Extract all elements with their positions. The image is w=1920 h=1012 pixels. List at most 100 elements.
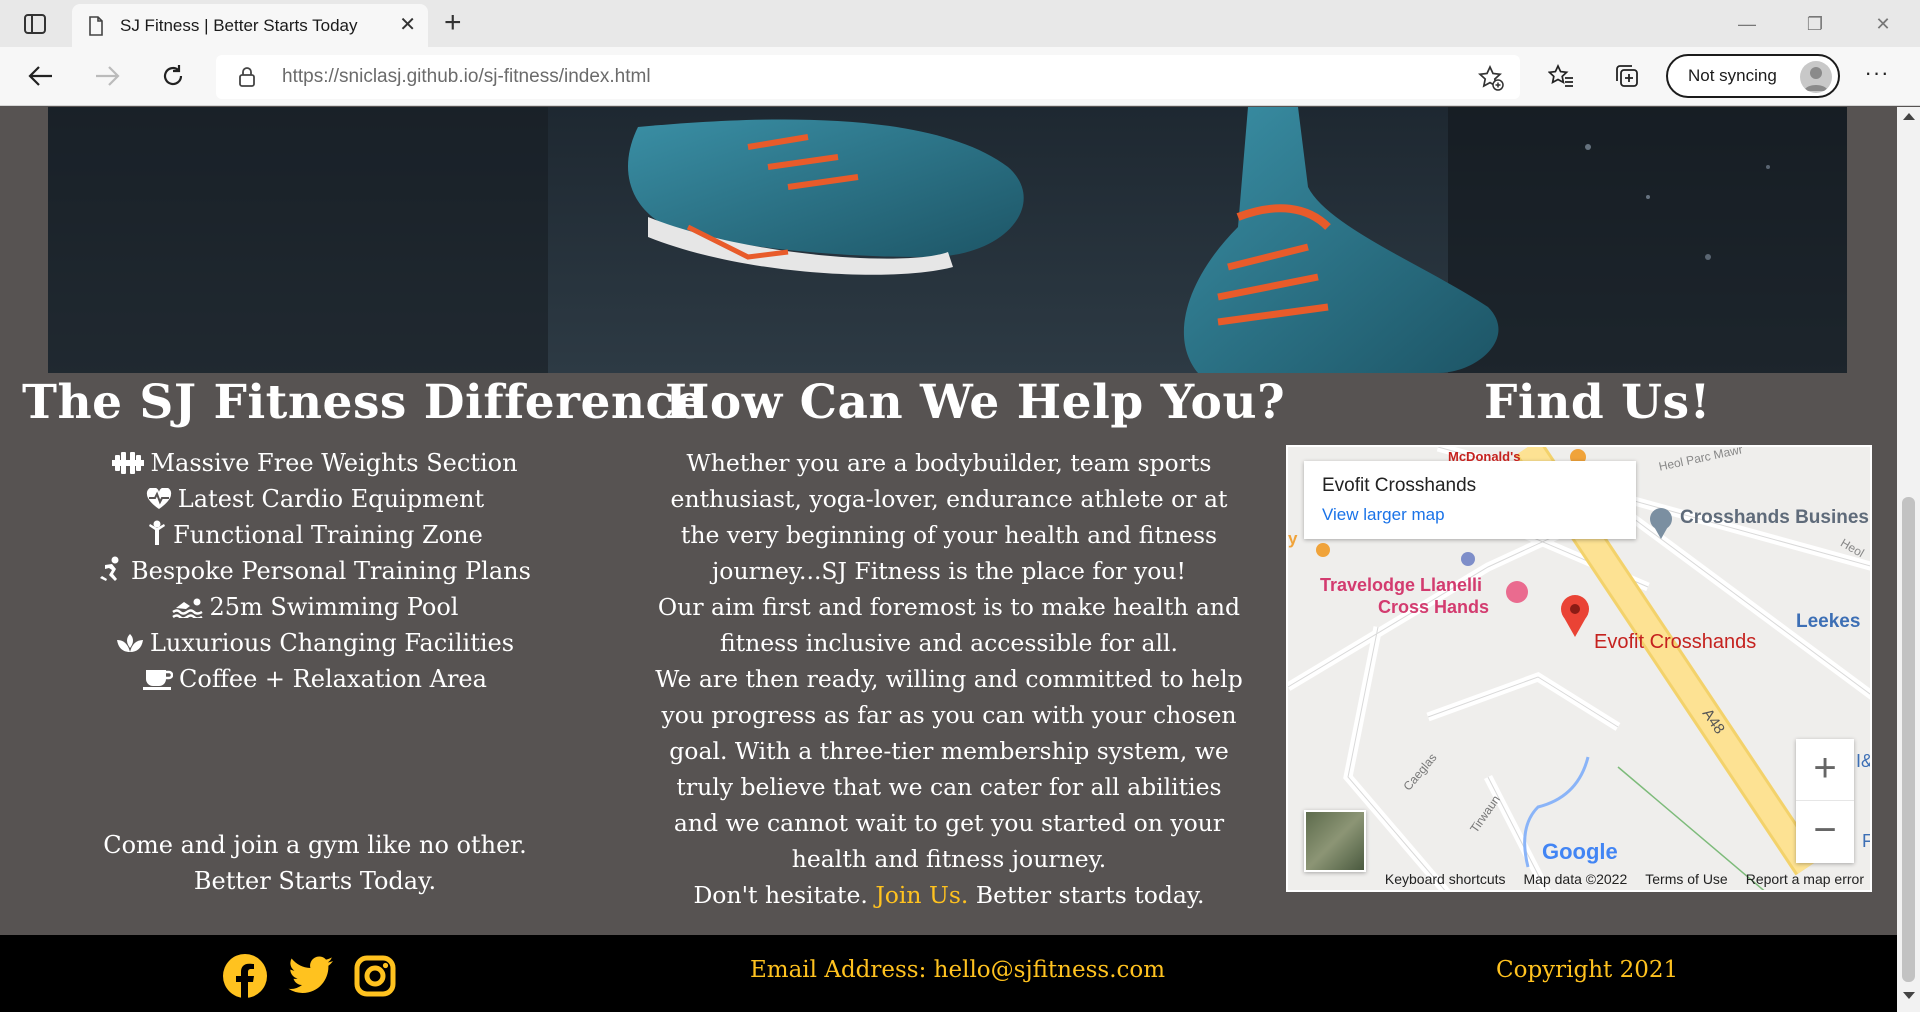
collections-icon: [1616, 65, 1638, 87]
more-icon[interactable]: ···: [1860, 59, 1894, 93]
feature-item: Massive Free Weights Section: [0, 445, 630, 481]
tagline-line-2: Better Starts Today.: [193, 867, 437, 895]
help-paragraph: Whether you are a bodybuilder, team spor…: [670, 449, 1228, 585]
map-attribution: Keyboard shortcuts Map data ©2022 Terms …: [1288, 865, 1870, 890]
address-bar[interactable]: https://sniclasj.github.io/sj-fitness/in…: [216, 55, 1520, 99]
feature-item: Coffee + Relaxation Area: [0, 661, 630, 697]
footer: Email Address: hello@sjfitness.com Copyr…: [0, 935, 1897, 1012]
favorites-icon: [1548, 64, 1573, 87]
feature-label: Latest Cardio Equipment: [177, 485, 485, 513]
window-close-button[interactable]: ✕: [1868, 10, 1898, 38]
zoom-out-button[interactable]: −: [1796, 801, 1854, 863]
close-icon[interactable]: ✕: [399, 14, 416, 36]
help-paragraph: We are then ready, willing and committed…: [655, 665, 1243, 873]
heartbeat-icon: [146, 481, 172, 517]
zoom-in-button[interactable]: +: [1796, 739, 1854, 801]
minimize-button[interactable]: —: [1732, 10, 1762, 38]
back-button[interactable]: [24, 59, 58, 93]
feature-item: Latest Cardio Equipment: [0, 481, 630, 517]
help-paragraph: Our aim first and foremost is to make he…: [657, 593, 1241, 657]
forward-icon: [96, 66, 120, 86]
instagram-link[interactable]: [352, 953, 398, 999]
keyboard-shortcuts-link[interactable]: Keyboard shortcuts: [1385, 871, 1506, 887]
feature-item: Functional Training Zone: [0, 517, 630, 553]
tagline-line-1: Come and join a gym like no other.: [103, 831, 527, 859]
hero-image: [48, 107, 1847, 373]
map-label-travelodge-1: Travelodge Llanelli: [1320, 575, 1483, 595]
favorites-button[interactable]: [1544, 59, 1578, 93]
map-label-travelodge-2: Cross Hands: [1378, 597, 1490, 617]
footer-copyright: Copyright 2021: [1496, 957, 1679, 983]
browser-tab[interactable]: SJ Fitness | Better Starts Today ✕: [72, 4, 428, 47]
map-label-edge-ib: I&: [1856, 751, 1872, 771]
instagram-icon: [354, 955, 396, 997]
help-text: Whether you are a bodybuilder, team spor…: [652, 445, 1246, 913]
google-logo: Google: [1542, 839, 1618, 864]
sync-label: Not syncing: [1688, 66, 1777, 85]
browser-toolbar: https://sniclasj.github.io/sj-fitness/in…: [0, 47, 1920, 106]
spa-icon: [116, 625, 144, 661]
refresh-icon: [163, 65, 183, 86]
map-label-edge-y: y: [1288, 529, 1298, 548]
help-title: How Can We Help You?: [665, 375, 1286, 430]
map-label-edge-f: F: [1862, 831, 1872, 851]
page-content: The SJ Fitness Difference Massive Free W…: [0, 107, 1897, 1012]
map-embed[interactable]: Evofit Crosshands View larger map McDona…: [1286, 445, 1872, 892]
scroll-down-icon[interactable]: [1903, 992, 1915, 999]
coffee-icon: [143, 661, 174, 697]
twitter-icon: [288, 956, 333, 993]
terms-link[interactable]: Terms of Use: [1645, 871, 1727, 887]
profile-sync-button[interactable]: Not syncing: [1666, 54, 1840, 98]
feature-list: Massive Free Weights Section Latest Card…: [0, 445, 630, 697]
tab-title: SJ Fitness | Better Starts Today: [120, 15, 358, 35]
tab-actions-button[interactable]: [18, 10, 52, 38]
scroll-thumb[interactable]: [1902, 497, 1915, 982]
vertical-scrollbar[interactable]: [1897, 107, 1920, 1012]
feature-label: Massive Free Weights Section: [150, 449, 518, 477]
satellite-toggle[interactable]: [1304, 810, 1366, 872]
forward-button[interactable]: [90, 59, 124, 93]
scroll-up-icon[interactable]: [1903, 113, 1915, 120]
url-path: /sj-fitness/index.html: [478, 66, 651, 87]
twitter-link[interactable]: [288, 953, 334, 999]
swimmer-icon: [171, 589, 204, 625]
page-icon: [89, 15, 103, 36]
collections-button[interactable]: [1610, 59, 1644, 93]
back-icon: [28, 66, 52, 86]
new-tab-icon[interactable]: +: [444, 8, 462, 38]
tab-strip: SJ Fitness | Better Starts Today ✕ + — ❐…: [0, 0, 1920, 47]
closing-after: Better starts today.: [975, 881, 1205, 909]
map-label-leekes: Leekes: [1796, 611, 1861, 632]
feature-label: Coffee + Relaxation Area: [179, 665, 487, 693]
facebook-icon: [223, 954, 267, 999]
help-closing: Don't hesitate. Join Us. Better starts t…: [652, 877, 1246, 913]
add-favorite-icon[interactable]: [1478, 65, 1504, 91]
find-us-title: Find Us!: [1484, 375, 1711, 430]
map-zoom-control: + −: [1796, 739, 1854, 863]
url-host: https://sniclasj.github.io: [282, 66, 479, 87]
feature-label: Luxurious Changing Facilities: [149, 629, 515, 657]
url-text: https://sniclasj.github.io/sj-fitness/in…: [282, 66, 651, 88]
feature-item: Luxurious Changing Facilities: [0, 625, 630, 661]
facebook-link[interactable]: [222, 953, 268, 999]
restore-button[interactable]: ❐: [1800, 10, 1830, 38]
avatar: [1800, 61, 1832, 93]
map-place-name: Evofit Crosshands: [1322, 475, 1477, 496]
footer-email[interactable]: Email Address: hello@sjfitness.com: [750, 957, 1165, 983]
browser-chrome: SJ Fitness | Better Starts Today ✕ + — ❐…: [0, 0, 1920, 106]
map-data-text: Map data ©2022: [1523, 870, 1628, 887]
join-us-link[interactable]: Join Us.: [875, 881, 968, 909]
tab-actions-icon: [24, 14, 46, 34]
lock-icon: [239, 67, 255, 87]
map-label-mcdonalds: McDonald's: [1448, 449, 1521, 464]
report-error-link[interactable]: Report a map error: [1746, 871, 1864, 887]
skating-figure-icon: [99, 553, 125, 589]
feature-item: Bespoke Personal Training Plans: [0, 553, 630, 589]
map-label-pin: Evofit Crosshands: [1594, 631, 1757, 653]
fitness-figure-icon: [147, 517, 167, 553]
refresh-button[interactable]: [156, 59, 190, 93]
view-larger-map-link[interactable]: View larger map: [1322, 505, 1445, 525]
tagline: Come and join a gym like no other. Bette…: [0, 827, 630, 899]
feature-label: Functional Training Zone: [173, 521, 483, 549]
dumbbell-icon: [112, 445, 145, 481]
